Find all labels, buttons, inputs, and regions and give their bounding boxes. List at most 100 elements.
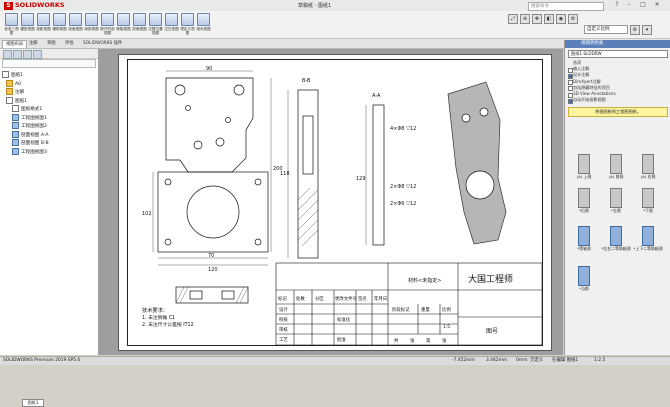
tb-row: 工艺 (279, 337, 288, 343)
palette-view-dimetric-tb[interactable]: *上下二等角轴测 (633, 226, 663, 256)
alternate-position-button[interactable]: 交替位置视图 (148, 13, 163, 37)
tree-item[interactable]: 注解 (2, 88, 96, 97)
view-settings-icon[interactable]: ⚙ (568, 14, 578, 24)
solidworks-logo[interactable]: S SOLIDWORKS (4, 1, 65, 10)
display-style-icon[interactable]: ◧ (544, 14, 554, 24)
hole-callout: 4×Φ8 ▽12 (390, 126, 416, 132)
scale-combo[interactable]: 自定义比例 (584, 25, 628, 34)
crop-view-button[interactable]: 剪裁视图 (132, 13, 147, 37)
zoom-area-icon[interactable]: ⊕ (520, 14, 530, 24)
tree-item[interactable]: 工程图视图2 (2, 122, 96, 131)
dim-label: 120 (208, 267, 218, 273)
tb-material: 材料<未指定> (408, 277, 441, 284)
hide-show-icon[interactable]: ◉ (556, 14, 566, 24)
tb-std: 标准化 (337, 316, 351, 323)
drawing-canvas[interactable]: 90 70 120 200 102 118 129 B-B A-A 4×Φ8 ▽… (99, 49, 563, 355)
drawing-view-icon (12, 113, 19, 121)
auxiliary-view-button[interactable]: 辅助视图 (52, 13, 67, 37)
drawing-view-icon (12, 147, 19, 155)
tree-item[interactable]: 图纸1 (2, 96, 96, 106)
property-manager-icon[interactable] (13, 50, 22, 59)
tree-item[interactable]: 工程图视图3 (2, 147, 96, 157)
view-thumb-icon (610, 188, 622, 208)
tb-drawing-no: 图号 (486, 328, 498, 335)
palette-view-top[interactable]: (A) 上视 (569, 154, 599, 184)
palette-view-left[interactable]: *左视 (601, 188, 631, 218)
dimxpert-icon[interactable] (33, 50, 42, 59)
tb-header: 分区 (315, 295, 324, 302)
projected-view-button[interactable]: 投影视图 (36, 13, 51, 37)
config-manager-icon[interactable] (23, 50, 32, 59)
feature-manager-panel: 图纸1 A0 注解 图纸1 图纸格式1 工程图视图1 工程图视图2 剖面视图 A… (0, 49, 99, 407)
section-view-icon (12, 130, 19, 138)
options-gear-icon[interactable]: ⚙ (630, 25, 640, 35)
relative-view-button[interactable]: 相对视图 (196, 13, 211, 37)
model-view-icon (21, 13, 34, 26)
section-view-button[interactable]: 剖面视图 (68, 13, 83, 37)
checkbox-checked-icon[interactable] (568, 98, 573, 104)
palette-file-select[interactable]: 图纸1.SLDDRW (568, 50, 668, 58)
view-palette-title: 视图调色板 (565, 40, 670, 48)
close-button[interactable]: ✕ (652, 1, 662, 9)
feature-tree-icon[interactable] (3, 50, 12, 59)
tb-row: 设计 (279, 306, 288, 313)
tree-item[interactable]: 工程图视图1 (2, 113, 96, 123)
tree-item[interactable]: 剖面视图 A-A (2, 130, 96, 140)
view-thumb-icon (642, 226, 654, 246)
help-icon[interactable]: ? (612, 1, 622, 9)
palette-view-right[interactable]: (A) 右视 (633, 154, 663, 184)
broken-out-section-button[interactable]: 断开的剖视图 (100, 13, 115, 37)
tb-header: 更改文件号 (335, 295, 358, 302)
hole-callout: 2×Φ8 ▽12 (390, 184, 416, 190)
tree-filter-input[interactable] (2, 59, 96, 68)
model-view-button[interactable]: 模型视图 (20, 13, 35, 37)
option-auto-projected[interactable]: 自动开始投影视图 (565, 97, 670, 104)
predefined-view-button[interactable]: 预定义视图 (180, 13, 195, 37)
zoom-fit-icon[interactable]: ⤢ (508, 14, 518, 24)
search-input[interactable]: 搜索命令 (528, 2, 604, 11)
empty-view-button[interactable]: 空白视图 (164, 13, 179, 37)
tree-item[interactable]: 剖面视图 B-B (2, 139, 96, 148)
tech-notes-line: 2. 未注尺寸公差按 IT12 (142, 321, 194, 328)
tab-view-layout[interactable]: 视图布局 (2, 40, 28, 48)
palette-view-dimetric-lr[interactable]: *左右二等角轴测 (601, 226, 631, 256)
detail-view-button[interactable]: 局部视图 (84, 13, 99, 37)
dim-label: 70 (208, 253, 214, 259)
view-thumb-icon (578, 188, 590, 208)
tree-item[interactable]: 图纸格式1 (2, 105, 96, 114)
palette-view-current[interactable]: *当前 (569, 266, 599, 296)
minimize-button[interactable]: – (624, 1, 634, 9)
tab-sketch[interactable]: 草图 (44, 40, 59, 47)
break-view-button[interactable]: 断裂视图 (116, 13, 131, 37)
tab-evaluate[interactable]: 评估 (62, 40, 77, 47)
chevron-down-icon[interactable]: ▾ (642, 25, 652, 35)
tb-scale-label: 比例 (442, 306, 451, 313)
tb-sheet-info: 张 (410, 337, 415, 344)
palette-view-back[interactable]: *后视 (569, 188, 599, 218)
relative-view-icon (197, 13, 210, 26)
drawing-icon (2, 71, 9, 78)
section-a-outline (372, 104, 385, 246)
sheet-tab[interactable]: 图纸1 (22, 399, 44, 407)
tech-notes-line: 1. 未注倒角 C1 (142, 314, 175, 321)
feature-tree: 图纸1 A0 注解 图纸1 图纸格式1 工程图视图1 工程图视图2 剖面视图 A… (2, 71, 96, 156)
maximize-button[interactable]: □ (638, 1, 648, 9)
palette-view-isometric[interactable]: *等轴测 (569, 226, 599, 256)
tab-solidworks-addins[interactable]: SOLIDWORKS 插件 (80, 40, 125, 47)
palette-view-bottom[interactable]: *下视 (633, 188, 663, 218)
tb-row: 审核 (279, 326, 288, 333)
tab-annotation[interactable]: 注解 (26, 40, 41, 47)
center-bore (186, 185, 240, 239)
tree-root[interactable]: 图纸1 (2, 71, 96, 80)
tree-item[interactable]: A0 (2, 79, 96, 89)
tb-sheet-info: 共 (394, 337, 399, 344)
alternate-position-icon (149, 13, 162, 26)
predefined-view-icon (181, 13, 194, 26)
empty-view-icon (165, 13, 178, 26)
standard-3view-button[interactable]: 标准三视图 (4, 13, 19, 37)
broken-out-section-icon (101, 13, 114, 26)
pan-icon[interactable]: ✥ (532, 14, 542, 24)
palette-view-front[interactable]: (A) 前视 (601, 154, 631, 184)
view-thumb-icon (642, 154, 654, 174)
break-view-icon (117, 13, 130, 26)
